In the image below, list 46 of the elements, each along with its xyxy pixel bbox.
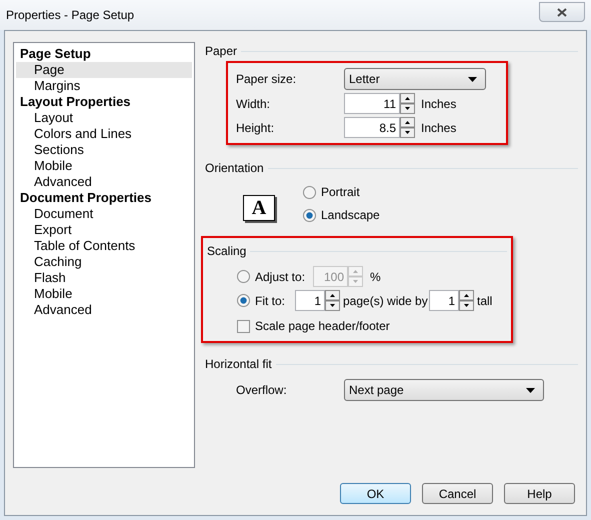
field-label: Paper size: bbox=[236, 71, 298, 88]
radio-label: Landscape bbox=[321, 207, 380, 224]
tree-item[interactable]: Document bbox=[16, 206, 192, 222]
dialog-button[interactable]: Cancel bbox=[422, 483, 493, 504]
tree-item[interactable]: Sections bbox=[16, 142, 192, 158]
unit-label: Inches bbox=[421, 120, 456, 136]
group-title: Paper bbox=[205, 43, 238, 60]
spin-field[interactable]: 1 bbox=[295, 290, 325, 311]
unit-label: Inches bbox=[421, 96, 456, 112]
field-label: Width: bbox=[236, 96, 272, 112]
window-title: Properties - Page Setup bbox=[6, 7, 134, 24]
radio-label: Fit to: bbox=[255, 292, 286, 310]
group-title: Horizontal fit bbox=[205, 356, 272, 373]
unit-label: % bbox=[370, 268, 381, 286]
tree-item[interactable]: Table of Contents bbox=[16, 238, 192, 254]
tree-item[interactable]: Page bbox=[16, 62, 192, 78]
page-orientation-icon: A bbox=[243, 195, 275, 221]
dropdown[interactable]: Letter bbox=[344, 68, 486, 90]
unit-label: page(s) wide by bbox=[343, 292, 429, 310]
tree-item[interactable]: Export bbox=[16, 222, 192, 238]
spin-field[interactable]: 11 bbox=[344, 93, 400, 114]
spin-field[interactable]: 1 bbox=[429, 290, 459, 311]
field-label: Overflow: bbox=[236, 382, 288, 399]
tree-item[interactable]: Caching bbox=[16, 254, 192, 270]
tree-item[interactable]: Margins bbox=[16, 78, 192, 94]
radio-label: Portrait bbox=[321, 184, 360, 201]
field-label: Height: bbox=[236, 120, 276, 136]
tree-item[interactable]: Flash bbox=[16, 270, 192, 286]
dropdown[interactable]: Next page bbox=[344, 379, 544, 401]
tree-item[interactable]: Layout bbox=[16, 110, 192, 126]
tree-group-item[interactable]: Layout Properties bbox=[16, 94, 192, 110]
spin-field[interactable]: 8.5 bbox=[344, 117, 400, 138]
tree-group-item[interactable]: Document Properties bbox=[16, 190, 192, 206]
group-title: Orientation bbox=[205, 160, 264, 177]
radio-label: Adjust to: bbox=[255, 268, 306, 286]
tree-item[interactable]: Colors and Lines bbox=[16, 126, 192, 142]
tree-item[interactable]: Advanced bbox=[16, 174, 192, 190]
tree-item[interactable]: Advanced bbox=[16, 302, 192, 318]
unit-label: tall bbox=[477, 292, 492, 310]
tree-group-item[interactable]: Page Setup bbox=[16, 46, 192, 62]
dialog-button[interactable]: Help bbox=[504, 483, 575, 504]
dialog-button[interactable]: OK bbox=[340, 483, 411, 504]
tree-item[interactable]: Mobile bbox=[16, 286, 192, 302]
group-title: Scaling bbox=[207, 243, 246, 260]
tree-item[interactable]: Mobile bbox=[16, 158, 192, 174]
checkbox-label: Scale page header/footer bbox=[255, 318, 390, 335]
